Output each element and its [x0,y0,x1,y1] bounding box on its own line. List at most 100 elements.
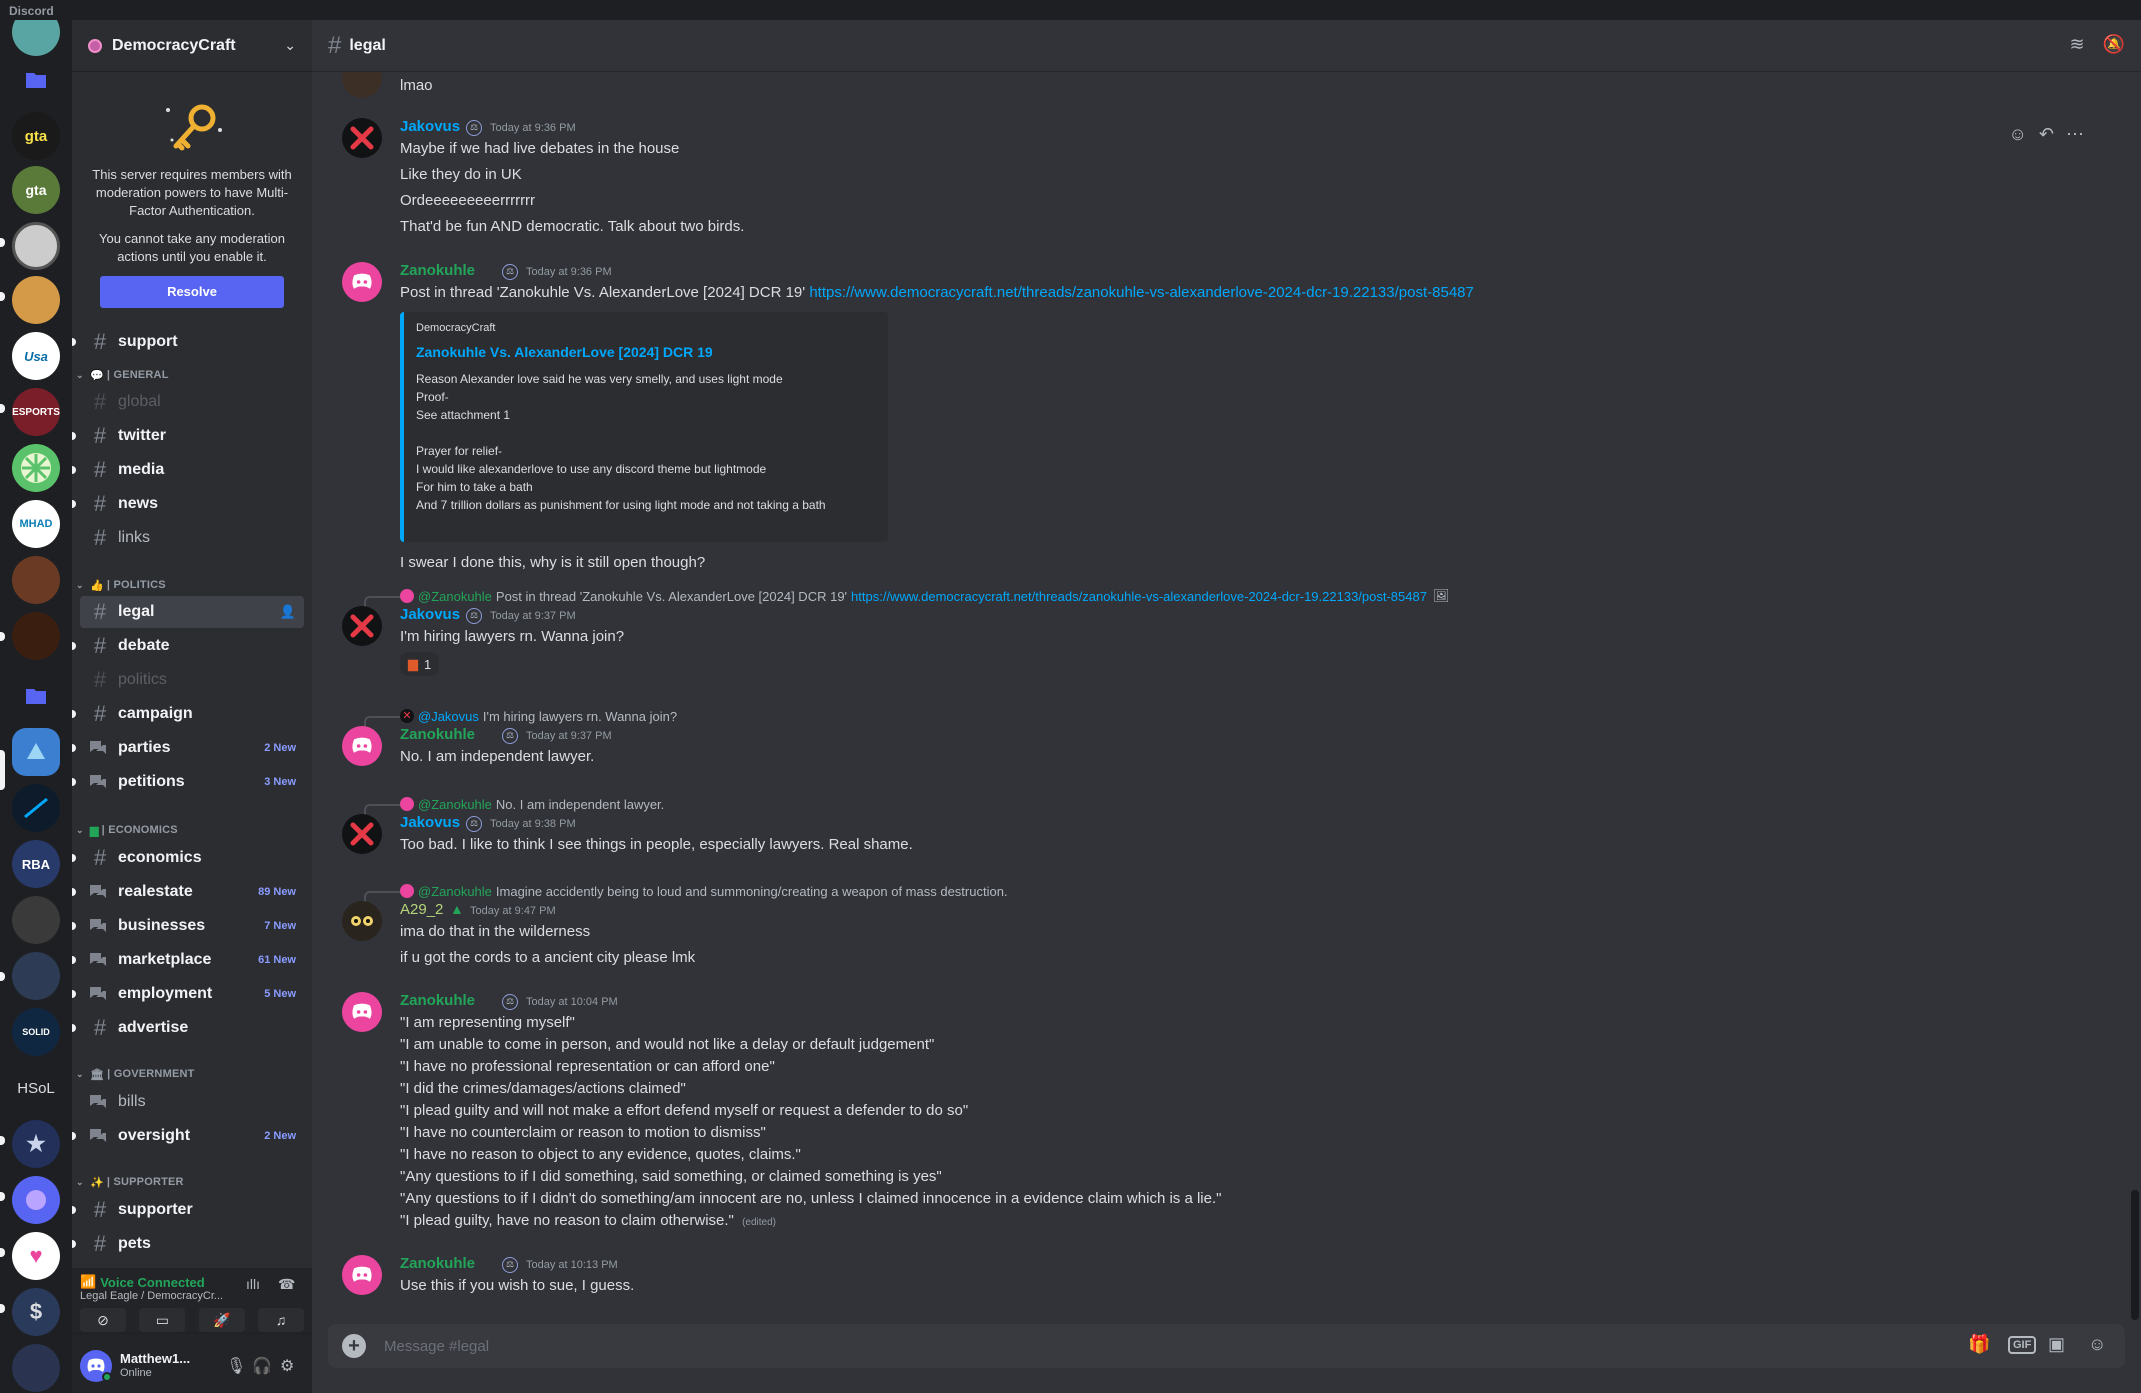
camera-off-button[interactable]: ⊘ [80,1308,126,1332]
channel-realestate[interactable]: realestate 89 New [72,876,304,908]
author-name[interactable]: Jakovus [400,606,460,623]
avatar[interactable] [342,606,382,646]
username[interactable]: Matthew1... [120,1351,190,1366]
folder-icon[interactable] [12,56,60,104]
message[interactable]: ☺ ↶ ⋯ Jakovus ⚖ Today at 9:36 PM Maybe i… [328,118,2108,268]
share-screen-button[interactable]: ▭ [139,1308,186,1332]
server-icon-solid[interactable]: SOLID [12,1008,60,1056]
chevron-down-icon[interactable]: ⌄ [284,37,296,54]
reply-preview[interactable]: @Zanokuhle Post in thread 'Zanokuhle Vs.… [400,588,1449,604]
voice-status[interactable]: 📶 Voice Connected [80,1274,205,1290]
server-icon-eagle[interactable] [12,1344,60,1392]
channel-economics[interactable]: # economics [72,842,304,874]
category-general[interactable]: ⌄ 💬 | GENERAL [76,365,306,385]
disconnect-icon[interactable]: ☎ [278,1276,295,1293]
channel-twitter[interactable]: # twitter [72,420,304,452]
message[interactable]: ✕ @Jakovus I'm hiring lawyers rn. Wanna … [328,706,2108,776]
add-reaction-icon[interactable]: ☺ [2009,124,2027,145]
author-name[interactable]: Jakovus [400,118,460,135]
server-icon-lime[interactable] [12,444,60,492]
emoji-icon[interactable]: ☺ [2088,1334,2106,1355]
server-icon-fire[interactable] [12,612,60,660]
channel-pets[interactable]: # pets [72,1228,304,1260]
avatar[interactable] [342,992,382,1032]
avatar[interactable] [342,814,382,854]
scrollbar[interactable] [2131,1190,2139,1320]
server-icon-lovely[interactable]: ♥ [12,1232,60,1280]
message[interactable]: @Zanokuhle No. I am independent lawyer. … [328,794,2108,864]
add-member-icon[interactable]: 👤 [280,604,296,620]
server-icon-fantasy[interactable] [12,556,60,604]
server-icon-democracycraft[interactable] [12,728,60,776]
server-icon-seal[interactable] [12,222,60,270]
avatar[interactable] [342,726,382,766]
soundboard-button[interactable]: ♫ [257,1308,304,1332]
message[interactable]: lmao [328,72,2108,102]
folder-icon-2[interactable] [12,672,60,720]
channel-legal[interactable]: # legal 👤 [80,596,304,628]
server-icon-california[interactable] [12,276,60,324]
sticker-icon[interactable]: ▣ [2048,1334,2065,1355]
server-icon-shield[interactable] [12,896,60,944]
message-input[interactable] [384,1334,1884,1358]
activity-button[interactable]: 🚀 [198,1308,245,1332]
message[interactable]: Zanokuhle ⚖ Today at 10:13 PM Use this i… [328,1255,2108,1305]
avatar[interactable] [342,1255,382,1295]
threads-icon[interactable]: ≋ [2069,34,2084,55]
channel-bills[interactable]: bills [80,1086,304,1118]
category-economics[interactable]: ⌄ ▆ | ECONOMICS [76,820,306,840]
channel-politics[interactable]: # politics [80,664,304,696]
gift-icon[interactable]: 🎁 [1968,1334,1990,1355]
author-name[interactable]: Zanokuhle [400,726,475,743]
avatar[interactable] [342,262,382,302]
server-icon-usa[interactable]: Usa [12,332,60,380]
author-name[interactable]: Jakovus [400,814,460,831]
server-icon-mhad[interactable]: MHAD [12,500,60,548]
server-icon-compass[interactable] [12,784,60,832]
category-supporter[interactable]: ⌄ ✨ | SUPPORTER [76,1172,306,1192]
channel-petitions[interactable]: petitions 3 New [72,766,304,798]
channel-news[interactable]: # news [72,488,304,520]
gif-icon[interactable]: GIF [2008,1336,2037,1354]
headphones-icon[interactable]: 🎧 [252,1356,272,1376]
add-attachment-button[interactable]: + [342,1334,366,1358]
message[interactable]: @Zanokuhle Post in thread 'Zanokuhle Vs.… [328,586,2108,686]
channel-parties[interactable]: parties 2 New [72,732,304,764]
author-name[interactable]: Zanokuhle [400,992,475,1009]
channel-advertise[interactable]: # advertise [72,1012,304,1044]
server-header[interactable]: DemocracyCraft ⌄ [72,20,312,72]
channel-campaign[interactable]: # campaign [72,698,304,730]
server-icon-gta[interactable]: gta [12,112,60,160]
message[interactable]: @Zanokuhle Imagine accidently being to l… [328,881,2108,981]
channel-debate[interactable]: # debate [72,630,304,662]
reply-preview[interactable]: @Zanokuhle Imagine accidently being to l… [400,883,1008,899]
category-politics[interactable]: ⌄ 👍 | POLITICS [76,575,306,595]
server-icon-justice[interactable] [12,952,60,1000]
avatar[interactable] [342,901,382,941]
avatar[interactable] [342,72,382,98]
reply-preview[interactable]: @Zanokuhle No. I am independent lawyer. [400,796,664,812]
author-name[interactable]: A29_2 [400,901,443,918]
reply-icon[interactable]: ↶ [2039,124,2054,145]
server-icon-hsol[interactable]: HSoL [12,1064,60,1112]
server-icon-esports[interactable]: ESPORTS [12,388,60,436]
server-icon-star[interactable]: ★ [12,1120,60,1168]
channel-businesses[interactable]: businesses 7 New [72,910,304,942]
reply-preview[interactable]: ✕ @Jakovus I'm hiring lawyers rn. Wanna … [400,708,677,724]
channel-links[interactable]: # links [80,522,304,554]
author-name[interactable]: Zanokuhle [400,262,475,279]
more-icon[interactable]: ⋯ [2066,124,2084,145]
channel-oversight[interactable]: oversight 2 New [72,1120,304,1152]
category-government[interactable]: ⌄ 🏛 | GOVERNMENT [76,1064,306,1084]
channel-support[interactable]: # support [72,326,304,358]
microphone-icon[interactable]: 🎙 [226,1356,246,1376]
server-icon-top[interactable] [12,20,60,56]
server-icon-orb[interactable] [12,1176,60,1224]
resolve-button[interactable]: Resolve [100,276,284,308]
avatar[interactable] [342,118,382,158]
thread-link[interactable]: https://www.democracycraft.net/threads/z… [809,284,1474,301]
channel-marketplace[interactable]: marketplace 61 New [72,944,304,976]
notifications-muted-icon[interactable]: 🔕 [2103,34,2125,55]
noise-suppression-icon[interactable]: ıllı [246,1276,260,1292]
gear-icon[interactable]: ⚙ [280,1356,294,1376]
